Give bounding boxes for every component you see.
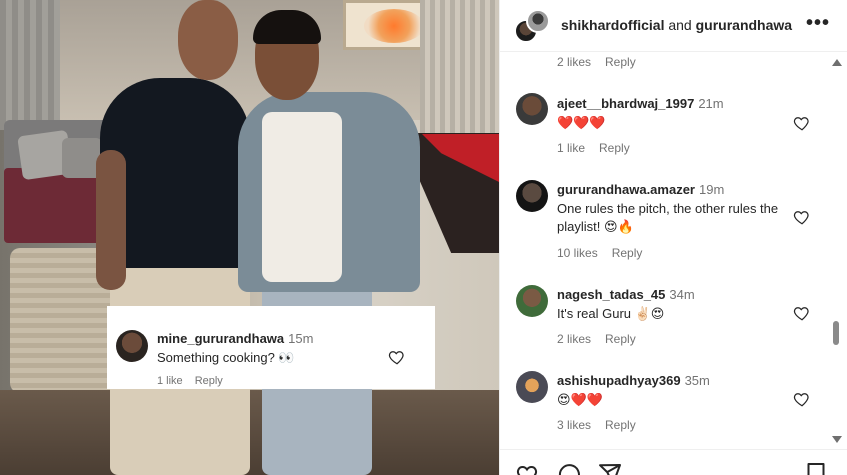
overlay-reply-button[interactable]: Reply	[195, 375, 223, 387]
comment-text: One rules the pitch, the other rules the…	[557, 201, 779, 234]
reply-button[interactable]: Reply	[599, 141, 630, 155]
comment-meta: 2 likes Reply	[557, 332, 650, 346]
reply-button[interactable]: Reply	[605, 418, 636, 432]
photo-curtain-left	[0, 0, 60, 130]
photo-person-left-head	[178, 0, 238, 80]
comments-scrollbar[interactable]	[830, 53, 842, 449]
comment-username-line: ashishupadhyay369 35m	[557, 373, 710, 388]
avatar[interactable]	[516, 285, 548, 317]
reply-button[interactable]: Reply	[605, 332, 636, 346]
comment-text: 😍❤️❤️	[557, 392, 603, 407]
avatar[interactable]	[516, 93, 548, 125]
post-photo[interactable]: mine_gururandhawa 15m Something cooking? …	[0, 0, 499, 475]
overlay-comment-likes[interactable]: 1 like	[157, 375, 183, 387]
overlay-comment-card: mine_gururandhawa 15m Something cooking? …	[107, 306, 435, 389]
heart-icon[interactable]	[793, 208, 811, 226]
heart-icon[interactable]	[793, 114, 811, 132]
overlay-comment-meta: 1 like Reply	[157, 375, 235, 387]
comment-likes[interactable]: 10 likes	[557, 246, 598, 260]
comments-list: 2 likes Reply ajeet__bhardwaj_1997 21m ❤️❤…	[500, 53, 836, 449]
comment-time: 19m	[699, 182, 725, 197]
previous-reply-button[interactable]: Reply	[605, 55, 636, 69]
comment-time: 35m	[684, 373, 710, 388]
comment-meta: 3 likes Reply	[557, 418, 650, 432]
bookmark-icon[interactable]	[804, 462, 828, 475]
comment-username[interactable]: ashishupadhyay369	[557, 373, 681, 388]
previous-comment-meta: 2 likes Reply	[557, 55, 650, 69]
comment-username-line: gururandhawa.amazer 19m	[557, 182, 724, 197]
heart-icon[interactable]	[388, 348, 406, 366]
overlay-comment-text: Something cooking? 👀	[157, 350, 295, 365]
scrollbar-thumb[interactable]	[833, 321, 839, 345]
header-account-link[interactable]: shikhardofficial	[561, 17, 664, 33]
photo-person-left-arm	[96, 150, 126, 290]
comment-username[interactable]: nagesh_tadas_45	[557, 287, 665, 302]
comment-username[interactable]: gururandhawa.amazer	[557, 182, 695, 197]
comment-meta: 10 likes Reply	[557, 246, 656, 260]
comment-icon[interactable]	[557, 462, 581, 475]
heart-icon[interactable]	[793, 390, 811, 408]
comment-likes[interactable]: 3 likes	[557, 418, 591, 432]
overlay-comment-username[interactable]: mine_gururandhawa	[157, 331, 284, 346]
comment-meta: 1 like Reply	[557, 141, 644, 155]
comment-text: ❤️❤️❤️	[557, 115, 606, 130]
previous-comment-likes[interactable]: 2 likes	[557, 55, 591, 69]
header-title: shikhardofficial and gururandhawa	[561, 17, 792, 33]
heart-icon[interactable]	[516, 462, 540, 475]
avatar[interactable]	[516, 371, 548, 403]
comment-username-line: nagesh_tadas_45 34m	[557, 287, 695, 302]
heart-icon[interactable]	[793, 304, 811, 322]
avatar[interactable]	[516, 180, 548, 212]
header-avatars[interactable]	[514, 9, 550, 45]
overlay-comment-time: 15m	[288, 331, 314, 346]
comment-time: 21m	[698, 96, 724, 111]
scroll-up-arrow-icon[interactable]	[832, 59, 842, 66]
comment-likes[interactable]: 1 like	[557, 141, 585, 155]
photo-sofa-seat	[4, 168, 104, 243]
reply-button[interactable]: Reply	[612, 246, 643, 260]
comment-username-line: ajeet__bhardwaj_1997 21m	[557, 96, 724, 111]
photo-person-right-shirt	[262, 112, 342, 282]
comment-text: It's real Guru ✌🏻😍	[557, 306, 665, 321]
more-options-icon[interactable]: •••	[806, 12, 830, 35]
scroll-down-arrow-icon[interactable]	[832, 436, 842, 443]
avatar[interactable]	[116, 330, 148, 362]
post-header: shikhardofficial and gururandhawa •••	[500, 0, 847, 52]
comment-likes[interactable]: 2 likes	[557, 332, 591, 346]
post-actions-bar	[500, 449, 847, 475]
header-joiner: and	[668, 17, 692, 33]
avatar	[526, 9, 550, 33]
header-collaborator-link[interactable]: gururandhawa	[696, 17, 792, 33]
comments-panel: shikhardofficial and gururandhawa ••• 2 …	[499, 0, 847, 475]
comment-time: 34m	[669, 287, 695, 302]
comment-username[interactable]: ajeet__bhardwaj_1997	[557, 96, 694, 111]
share-icon[interactable]	[598, 462, 622, 475]
